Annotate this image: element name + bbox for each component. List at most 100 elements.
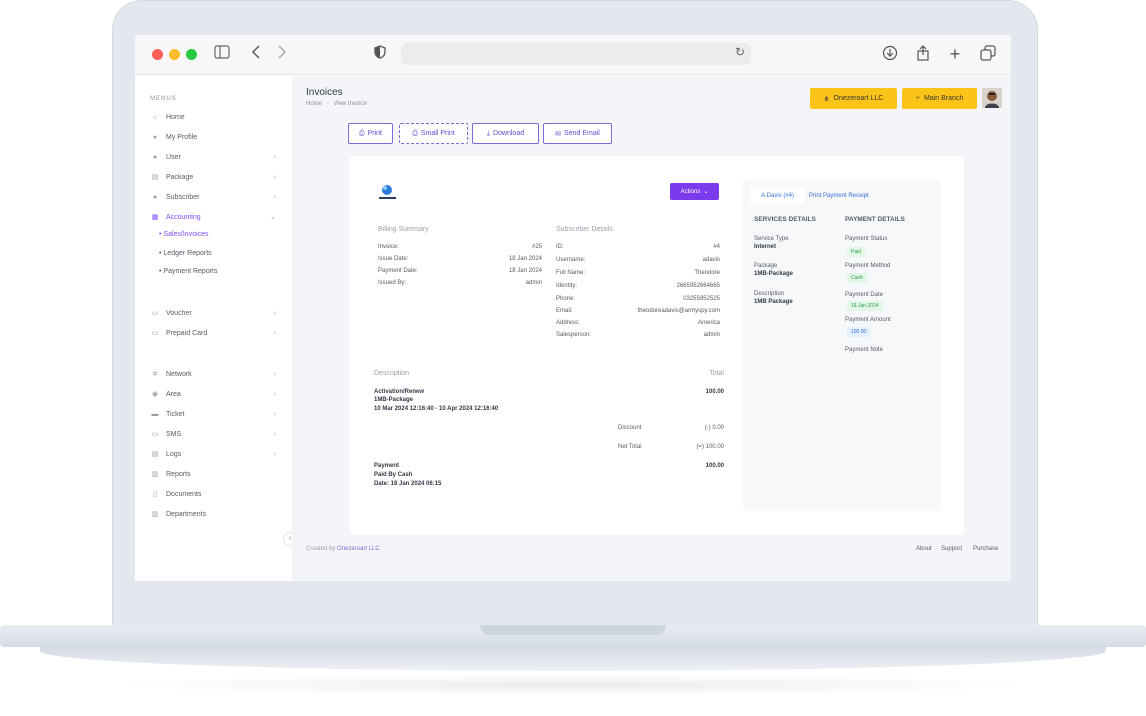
payment-method: Paid By Cash [374,472,413,478]
sidebar-subitem-sales-invoices[interactable]: • Sales/Invoices [159,231,209,238]
chevron-down-icon: ⌄ [270,214,276,221]
sidebar: MENUS ⌂ Home ● My Profile ● User › ▤ Pac… [135,76,291,581]
sidebar-item-ticket[interactable]: ▬ Ticket › [150,407,277,421]
sidebar-item-my-profile[interactable]: ● My Profile [150,130,276,144]
chevron-right-icon: › [273,193,276,201]
subscriber-label: Email: [556,308,573,314]
sidebar-item-home[interactable]: ⌂ Home [150,110,276,124]
sidebar-item-sms[interactable]: ▭ SMS › [150,427,276,441]
actions-dropdown-button[interactable]: Actions ⌄ [670,183,719,200]
laptop-notch [480,625,666,635]
sidebar-item-logs[interactable]: ▤ Logs › [150,447,276,461]
user-icon: ● [152,133,158,141]
net-total-label: Net Total [618,444,642,450]
breadcrumb-home[interactable]: Home [306,101,322,107]
sidebar-subitem-label: Ledger Reports [163,250,212,257]
envelope-icon: ✉ [555,130,562,138]
tab-subscriber[interactable]: A.Davis (#4) [750,187,805,204]
invoice-card: Actions ⌄ Billing Summary Invoice: #25 I… [350,156,964,535]
breadcrumb: Home - View Invoice [306,101,367,107]
payment-note-label: Payment Note [845,347,884,353]
subscriber-value: admin [703,332,720,338]
send-email-button-label: Send Email [564,130,600,137]
sidebar-item-prepaid-card[interactable]: ▭ Prepaid Card › [150,326,276,340]
sidebar-item-documents[interactable]: ▯ Documents [150,487,276,501]
sidebar-item-subscriber[interactable]: ● Subscriber › [150,190,276,204]
sidebar-item-label: Accounting [166,213,201,221]
subscriber-label: Salesperson: [556,332,592,338]
sidebar-item-package[interactable]: ▤ Package › [150,170,276,184]
main-content: Invoices Home - View Invoice ⋔ Onezeroar… [292,76,1011,581]
sidebar-item-reports[interactable]: ▥ Reports [150,467,276,481]
departments-icon: ▥ [151,511,159,518]
billing-label: Issue Date: [378,256,409,262]
discount-value: (-) 0.00 [704,425,724,431]
footer-about-link[interactable]: About [916,546,932,552]
sidebar-item-voucher[interactable]: ▭ Voucher › [150,306,276,320]
reload-icon[interactable]: ↻ [735,45,745,59]
download-button-label: Download [492,130,525,137]
avatar[interactable] [982,88,1002,108]
branch-button[interactable]: ⑂ Main Branch [902,88,977,109]
sidebar-item-label: Subscriber [166,193,200,201]
payment-total: 100.00 [705,463,724,469]
sidebar-item-departments[interactable]: ▥ Departments [150,507,276,521]
ticket-icon: ▬ [151,410,159,418]
forward-icon[interactable] [273,45,291,63]
branch-button-label: Main Branch [923,95,964,102]
sidebar-item-user[interactable]: ● User › [150,150,276,164]
subscriber-value: 2665952664665 [676,283,720,289]
description-header: Description [374,370,410,377]
billing-value: 18 Jan 2024 [508,268,542,274]
maximize-window-button[interactable] [186,49,197,60]
shield-icon[interactable] [371,45,389,63]
footer-company-link[interactable]: Onezeroart LLC [337,546,380,552]
close-window-button[interactable] [152,49,163,60]
address-bar[interactable]: ↻ [401,43,751,65]
sidebar-item-accounting[interactable]: ▦ Accounting ⌄ [150,210,276,224]
discount-label: Discount [618,425,642,431]
user-icon: ● [152,153,158,161]
back-icon[interactable] [247,45,265,63]
billing-label: Invoice: [378,244,399,250]
footer-purchase-link[interactable]: Purchase [973,546,998,552]
sidebar-subitem-payment-reports[interactable]: • Payment Reports [159,268,218,275]
users-icon: ● [152,193,158,201]
print-button[interactable]: ⎙ Print [348,123,393,144]
sidebar-subitem-label: Sales/Invoices [163,231,209,238]
printer-icon: ⎙ [358,129,365,137]
download-button[interactable]: ⤓ Download [472,123,539,144]
subscriber-details-title: Subscriber Details [556,226,613,233]
chevron-right-icon: › [273,390,276,398]
small-print-button[interactable]: ⎙ Small Print [399,123,468,144]
chevron-right-icon: › [273,450,276,458]
invoice-body: Actions ⌄ Billing Summary Invoice: #25 I… [350,156,740,535]
download-icon[interactable] [881,45,899,63]
subscriber-label: Full Name: [556,270,586,276]
tab-print-receipt[interactable]: Print Payment Receipt [809,187,869,204]
new-tab-icon[interactable]: + [946,45,964,63]
chevron-right-icon: › [273,410,276,418]
send-email-button[interactable]: ✉ Send Email [543,123,612,144]
sms-icon: ▭ [151,431,159,438]
sidebar-item-network[interactable]: ✲ Network › [150,367,276,381]
sidebar-subitem-ledger-reports[interactable]: • Ledger Reports [159,250,212,257]
details-panel: A.Davis (#4) Print Payment Receipt SERVI… [743,180,941,511]
share-icon[interactable] [914,45,932,63]
footer-credit: Created by Onezeroart LLC [306,546,380,552]
documents-icon: ▯ [153,491,157,498]
sidebar-toggle-icon[interactable] [213,45,231,63]
chevron-right-icon: › [273,430,276,438]
billing-value: 18 Jan 2024 [508,256,542,262]
sidebar-item-area[interactable]: ◉ Area › [150,387,276,401]
footer-support-link[interactable]: Support [941,546,962,552]
billing-label: Issued By: [378,280,407,286]
network-icon: ✲ [152,371,158,378]
company-button[interactable]: ⋔ Onezeroart LLC [810,88,897,109]
tabs-overview-icon[interactable] [979,45,997,63]
minimize-window-button[interactable] [169,49,180,60]
card-icon: ▭ [151,330,159,337]
line-item-total: 100.00 [705,389,724,395]
actions-label: Actions [680,188,701,195]
laptop-base-bottom [40,647,1106,671]
